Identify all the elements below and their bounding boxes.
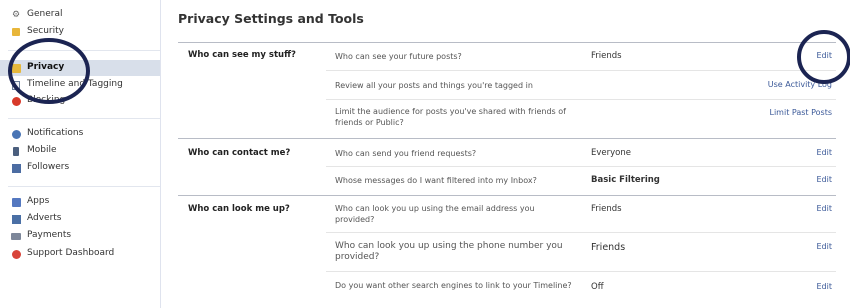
sidebar-item-label: Timeline and Tagging (27, 79, 123, 89)
setting-question: Do you want other search engines to link… (335, 281, 572, 290)
sidebar-item-label: Blocking (27, 95, 66, 105)
followers-icon (11, 163, 21, 173)
sidebar-item-label: General (27, 9, 63, 19)
sidebar-item-apps[interactable]: Apps (0, 194, 160, 210)
edit-email-lookup-link[interactable]: Edit (817, 204, 833, 213)
sidebar-item-followers[interactable]: Followers (0, 160, 160, 176)
adverts-icon (11, 214, 21, 224)
sidebar-item-privacy[interactable]: Privacy (0, 60, 160, 76)
sidebar-item-support-dashboard[interactable]: Support Dashboard (0, 246, 160, 262)
sidebar-item-label: Mobile (27, 145, 57, 155)
sidebar-item-adverts[interactable]: Adverts (0, 211, 160, 227)
setting-question: Review all your posts and things you're … (335, 81, 533, 90)
lock-icon (11, 27, 21, 37)
sidebar-item-general[interactable]: ⚙ General (0, 7, 160, 23)
setting-value: Off (591, 282, 604, 292)
setting-question: Limit the audience for posts you've shar… (335, 107, 566, 127)
mobile-icon (11, 146, 21, 156)
blocking-icon (11, 96, 21, 106)
section-divider (178, 195, 836, 196)
edit-phone-lookup-link[interactable]: Edit (817, 242, 833, 251)
limit-past-posts-link[interactable]: Limit Past Posts (770, 108, 833, 117)
setting-value: Everyone (591, 148, 631, 158)
setting-question: Who can see your future posts? (335, 52, 462, 61)
section-divider (178, 42, 836, 43)
sidebar-item-timeline-and-tagging[interactable]: Timeline and Tagging (0, 77, 160, 93)
sidebar-item-label: Followers (27, 162, 70, 172)
settings-sidebar: ⚙ General Security Privacy Timeline and … (0, 0, 161, 308)
setting-question: Whose messages do I want filtered into m… (335, 176, 537, 185)
page-title: Privacy Settings and Tools (178, 11, 364, 26)
privacy-icon (11, 63, 21, 73)
setting-question: Who can look you up using the email addr… (335, 204, 535, 224)
row-divider (326, 166, 836, 167)
apps-icon (11, 197, 21, 207)
sidebar-item-label: Support Dashboard (27, 248, 115, 258)
sidebar-divider (8, 50, 160, 51)
sidebar-item-label: Payments (27, 230, 72, 240)
setting-value: Friends (591, 51, 622, 61)
edit-message-filtering-link[interactable]: Edit (817, 175, 833, 184)
setting-value: Basic Filtering (591, 175, 660, 185)
sidebar-item-label: Notifications (27, 128, 84, 138)
edit-friend-requests-link[interactable]: Edit (817, 148, 833, 157)
section-label-contact-me: Who can contact me? (188, 148, 291, 158)
sidebar-item-mobile[interactable]: Mobile (0, 143, 160, 159)
section-label-look-me-up: Who can look me up? (188, 204, 290, 214)
timeline-icon (11, 80, 21, 90)
edit-search-engines-link[interactable]: Edit (817, 282, 833, 291)
sidebar-item-label: Adverts (27, 213, 62, 223)
setting-value: Friends (591, 242, 626, 253)
sidebar-divider (8, 186, 160, 187)
sidebar-item-blocking[interactable]: Blocking (0, 93, 160, 109)
sidebar-item-security[interactable]: Security (0, 24, 160, 40)
globe-icon (11, 129, 21, 139)
edit-future-posts-link[interactable]: Edit (817, 51, 833, 60)
row-divider (326, 232, 836, 233)
setting-question: Who can send you friend requests? (335, 149, 477, 158)
sidebar-item-notifications[interactable]: Notifications (0, 126, 160, 142)
gear-icon: ⚙ (11, 10, 21, 20)
sidebar-item-label: Privacy (27, 62, 65, 72)
support-icon (11, 249, 21, 259)
sidebar-item-label: Security (27, 26, 64, 36)
section-divider (178, 138, 836, 139)
row-divider (326, 99, 836, 100)
row-divider (326, 271, 836, 272)
sidebar-item-payments[interactable]: Payments (0, 228, 160, 244)
payments-icon (11, 231, 21, 241)
row-divider (326, 70, 836, 71)
sidebar-item-label: Apps (27, 196, 50, 206)
setting-value: Friends (591, 204, 622, 214)
setting-question: Who can look you up using the phone numb… (335, 241, 563, 262)
sidebar-divider (8, 118, 160, 119)
privacy-settings-panel: Privacy Settings and Tools Who can see m… (178, 0, 838, 308)
use-activity-log-link[interactable]: Use Activity Log (768, 80, 832, 89)
section-label-see-my-stuff: Who can see my stuff? (188, 50, 296, 60)
